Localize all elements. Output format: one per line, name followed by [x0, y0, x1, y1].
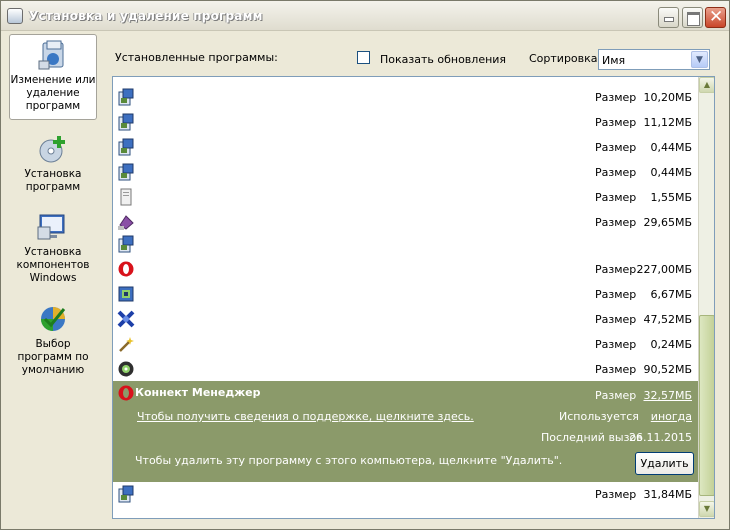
list-item[interactable]: Размер 10,20МБ	[113, 85, 698, 110]
installer-icon	[118, 88, 134, 106]
sidebar: Изменение или удаление программ Установк…	[1, 31, 102, 529]
installer-icon	[118, 485, 134, 503]
size-value: 1,55МБ	[650, 191, 692, 204]
setup-icon	[118, 286, 134, 302]
sidebar-item-label: Установка программ	[24, 168, 82, 193]
remove-hint: Чтобы удалить эту программу с этого комп…	[135, 454, 563, 467]
installer-icon	[118, 138, 134, 156]
installer-icon	[118, 163, 134, 181]
size-label: Размер	[595, 389, 637, 402]
programs-list: Размер 10,20МБ Размер 11,12МБ Размер 0,4…	[112, 76, 715, 519]
list-item[interactable]: Размер 227,00МБ	[113, 257, 698, 282]
size-value: 6,67МБ	[650, 288, 692, 301]
scroll-down-button[interactable]: ▼	[699, 501, 714, 517]
size-value: 29,65МБ	[643, 216, 692, 229]
maximize-button[interactable]	[682, 7, 703, 28]
disc-icon	[118, 361, 134, 377]
programs-panel: Установленные программы: Показать обновл…	[102, 31, 729, 529]
size-value: 0,44МБ	[650, 141, 692, 154]
selected-program-row[interactable]: Коннект Менеджер Размер 32,57МБ Чтобы по…	[113, 381, 698, 482]
installer-icon	[118, 235, 134, 253]
windows-components-icon	[37, 214, 65, 240]
support-info-link[interactable]: Чтобы получить сведения о поддержке, щел…	[137, 410, 474, 423]
size-value: 90,52МБ	[643, 363, 692, 376]
add-remove-programs-window: Установка и удаление программ ✕ Изменени…	[0, 0, 730, 530]
list-item[interactable]: Размер 47,52МБ	[113, 307, 698, 332]
list-item[interactable]: Размер 0,44МБ	[113, 160, 698, 185]
program-name: Коннект Менеджер	[135, 386, 261, 399]
window-title: Установка и удаление программ	[29, 9, 263, 23]
sort-value: Имя	[602, 54, 626, 67]
used-label: Используется	[559, 410, 639, 423]
title-bar: Установка и удаление программ ✕	[1, 1, 729, 31]
list-item[interactable]: Размер 1,55МБ	[113, 185, 698, 210]
opera-icon	[118, 385, 134, 401]
last-used-label: Последний вызов	[541, 431, 643, 444]
minimize-button[interactable]	[658, 7, 679, 28]
installed-programs-label: Установленные программы:	[115, 51, 278, 64]
sidebar-item-default-programs[interactable]: Выбор программ по умолчанию	[9, 299, 97, 376]
size-value: 0,24МБ	[650, 338, 692, 351]
size-value: 10,20МБ	[643, 91, 692, 104]
control-panel-icon	[7, 8, 23, 24]
sidebar-item-change-remove[interactable]: Изменение или удаление программ	[9, 34, 97, 120]
list-item[interactable]	[113, 232, 698, 257]
sidebar-item-add-programs[interactable]: Установка программ	[9, 129, 97, 195]
vertical-scrollbar[interactable]: ▲ ▼	[698, 77, 714, 518]
last-used-value: 26.11.2015	[629, 431, 692, 444]
show-updates-label[interactable]: Показать обновления	[380, 53, 506, 66]
chevron-down-icon[interactable]: ▼	[691, 51, 708, 68]
list-item[interactable]: Размер 0,24МБ	[113, 332, 698, 357]
list-item[interactable]: Размер 31,84МБ	[113, 482, 698, 507]
change-remove-programs-icon	[38, 40, 64, 70]
add-programs-icon	[39, 136, 65, 163]
blue-app-icon	[117, 310, 135, 328]
sort-label: Сортировка:	[529, 52, 602, 65]
opera-icon	[118, 261, 134, 277]
size-value: 11,12МБ	[643, 116, 692, 129]
list-item[interactable]: Размер 6,67МБ	[113, 282, 698, 307]
close-button[interactable]: ✕	[705, 7, 726, 28]
pen-tool-icon	[118, 215, 134, 230]
default-programs-icon	[41, 307, 66, 331]
close-icon: ✕	[709, 7, 724, 27]
show-updates-checkbox[interactable]	[357, 51, 370, 64]
wand-icon	[119, 337, 134, 352]
used-value-link[interactable]: иногда	[651, 410, 692, 423]
sidebar-item-windows-components[interactable]: Установка компонентов Windows	[9, 207, 97, 287]
size-value: 227,00МБ	[636, 263, 692, 276]
file-icon	[120, 188, 132, 206]
installer-icon	[118, 113, 134, 131]
list-item[interactable]: Размер 0,44МБ	[113, 135, 698, 160]
scroll-thumb[interactable]	[699, 315, 714, 496]
list-item[interactable]: Размер 90,52МБ	[113, 357, 698, 382]
size-value-link[interactable]: 32,57МБ	[643, 389, 692, 402]
list-item[interactable]: Размер 11,12МБ	[113, 110, 698, 135]
sort-dropdown[interactable]: Имя ▼	[598, 49, 710, 70]
scroll-up-button[interactable]: ▲	[699, 77, 714, 93]
sidebar-item-label: Изменение или удаление программ	[10, 74, 96, 112]
sidebar-item-label: Выбор программ по умолчанию	[17, 338, 89, 376]
size-value: 0,44МБ	[650, 166, 692, 179]
size-value: 47,52МБ	[643, 313, 692, 326]
remove-button[interactable]: Удалить	[635, 452, 694, 475]
sidebar-item-label: Установка компонентов Windows	[16, 246, 90, 284]
size-value: 31,84МБ	[643, 488, 692, 501]
